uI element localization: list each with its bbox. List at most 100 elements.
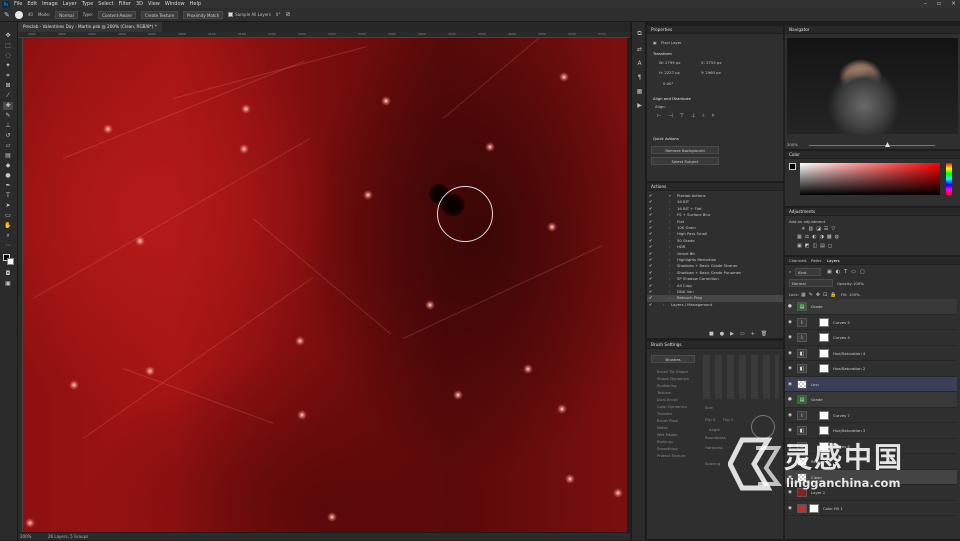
remove-background-button[interactable]: Remove Background [651,146,719,154]
more-tools-icon[interactable]: ⋯ [3,242,13,250]
menu-filter[interactable]: Filter [119,1,131,7]
spot-healing-tool-icon[interactable]: ✎ [4,11,10,19]
paragraph-panel-icon[interactable]: ¶ [635,74,644,82]
brush-tool-icon[interactable]: ✎ [3,112,13,120]
dodge-tool-icon[interactable]: ● [3,172,13,180]
menu-view[interactable]: View [148,1,160,7]
eraser-tool-icon[interactable]: ▱ [3,142,13,150]
angle-field[interactable]: 0.00° [663,81,673,86]
angle-field[interactable]: 0° [276,12,281,17]
navigator-zoom-slider[interactable] [809,145,935,146]
brush-tip-grid[interactable] [703,355,779,399]
adjustment-icons-row2[interactable]: ▦⚖◐◑▩◍ [797,234,842,240]
clone-stamp-tool-icon[interactable]: ⊥ [3,122,13,130]
lock-icons[interactable]: ▦✎✥⊡🔒 [801,292,840,298]
brush-preset-icon[interactable] [14,10,23,19]
x-field[interactable]: X: 2755 px [701,60,722,65]
tab-layers[interactable]: Layers [827,258,840,263]
marquee-tool-icon[interactable]: ⬚ [3,42,13,50]
blur-tool-icon[interactable]: ◆ [3,162,13,170]
screen-mode-icon[interactable]: ▣ [3,280,13,288]
layer-row[interactable]: ◉ ◧ Hue/Saturation 2 [785,361,957,377]
minimize-icon[interactable]: – [924,0,927,8]
maximize-icon[interactable]: ▫ [937,0,941,8]
visibility-icon[interactable]: ◉ [788,413,792,418]
layer-row[interactable]: ◉ ⌇ Curves 4 [785,330,957,346]
width-field[interactable]: W: 2799 px [659,60,681,65]
background-color-swatch[interactable] [7,258,14,265]
height-field[interactable]: H: 2227 px [659,70,680,75]
tab-channels[interactable]: Channels [789,258,807,263]
visibility-icon[interactable]: ◉ [788,351,792,356]
frame-tool-icon[interactable]: ⊠ [3,82,13,90]
brush-setting-item[interactable]: Scattering [657,383,677,388]
align-buttons-icon[interactable]: ⊢⊣⊤⊥⊦⊧ [657,113,722,119]
gradient-tool-icon[interactable]: ▤ [3,152,13,160]
menu-edit[interactable]: Edit [27,1,37,7]
brush-setting-item[interactable]: Brush Pose [657,418,678,423]
type-tool-icon[interactable]: T [3,192,13,200]
content-aware-button[interactable]: Content-Aware [98,10,136,19]
menu-3d[interactable]: 3D [136,1,143,7]
document-tab[interactable]: Preclab - Valentines Day - Martin.psb @ … [18,22,162,32]
brush-setting-item[interactable]: Texture [657,390,671,395]
visibility-icon[interactable]: ● [788,304,792,309]
filter-kind-select[interactable]: Kind [795,268,821,276]
brush-setting-item[interactable]: Transfer [657,411,672,416]
brush-field[interactable]: Flip Y [723,417,733,422]
menu-image[interactable]: Image [42,1,58,7]
color-picker-field[interactable] [800,163,940,195]
lasso-tool-icon[interactable]: ◌ [3,52,13,60]
action-controls-icon[interactable]: ■●▶▭+🗑 [709,331,773,337]
navigator-preview-image[interactable] [787,38,958,134]
brush-setting-item[interactable]: Shape Dynamics [657,376,689,381]
y-field[interactable]: Y: 2960 px [701,70,721,75]
magic-wand-tool-icon[interactable]: ✦ [3,62,13,70]
layer-row[interactable]: ◉ Lexi [785,376,957,392]
brush-field[interactable]: Flip X [705,417,716,422]
visibility-icon[interactable]: ◉ [788,335,792,340]
menu-file[interactable]: File [14,1,22,7]
action-row[interactable]: ✔ › Layers / Management [647,302,783,308]
mode-select[interactable]: Normal [55,10,78,19]
foreground-color-swatch[interactable] [789,163,796,170]
layer-row[interactable]: ◉ ⌇ Curves 7 [785,408,957,423]
close-icon[interactable]: × [951,0,956,8]
sample-all-layers-checkbox[interactable]: Sample All Layers [228,12,271,18]
character-panel-icon[interactable]: A [635,60,644,68]
history-brush-tool-icon[interactable]: ↺ [3,132,13,140]
layer-row[interactable]: ◉ ⌇ Curves 5 [785,315,957,330]
adjustment-icons-row1[interactable]: ☀▥◪☰▽ [801,226,838,232]
visibility-icon[interactable]: ◉ [788,366,792,371]
brush-setting-item[interactable]: Dual Brush [657,397,678,402]
brush-setting-item[interactable]: Brush Tip Shape [657,369,688,374]
brushes-button[interactable]: Brushes [651,355,695,363]
quick-mask-icon[interactable]: ◘ [3,270,13,278]
proximity-match-button[interactable]: Proximity Match [183,10,224,19]
visibility-icon[interactable]: ● [788,397,792,402]
hue-slider[interactable] [946,163,952,195]
actions-panel-icon[interactable]: ▶ [635,102,644,110]
layer-row[interactable]: ◉ ◧ Hue/Saturation 4 [785,346,957,361]
shape-tool-icon[interactable]: ▭ [3,212,13,220]
menu-help[interactable]: Help [190,1,201,7]
menu-select[interactable]: Select [98,1,113,7]
document-canvas[interactable] [23,38,627,532]
brush-setting-item[interactable]: Noise [657,425,668,430]
fill-field[interactable]: 100% [849,292,860,297]
select-subject-button[interactable]: Select Subject [651,157,719,165]
layer-filter-icons[interactable]: ▣◐T▭▢ [827,269,869,275]
healing-brush-tool-icon[interactable]: ✚ [3,102,13,110]
pressure-icon[interactable]: ⊘ [285,11,290,18]
pen-tool-icon[interactable]: ✒ [3,182,13,190]
eyedropper-tool-icon[interactable]: ⁄ [3,92,13,100]
create-texture-button[interactable]: Create Texture [140,10,179,19]
menu-layer[interactable]: Layer [63,1,77,7]
history-panel-icon[interactable]: ⧉ [635,30,644,38]
visibility-icon[interactable]: ◉ [788,382,792,387]
layer-row[interactable]: ◉ Color Fill 1 [785,501,957,516]
visibility-icon[interactable]: ◉ [788,506,792,511]
properties-panel-icon[interactable]: ⇄ [635,46,644,54]
brush-setting-item[interactable]: Build-up [657,439,673,444]
menu-type[interactable]: Type [82,1,93,7]
